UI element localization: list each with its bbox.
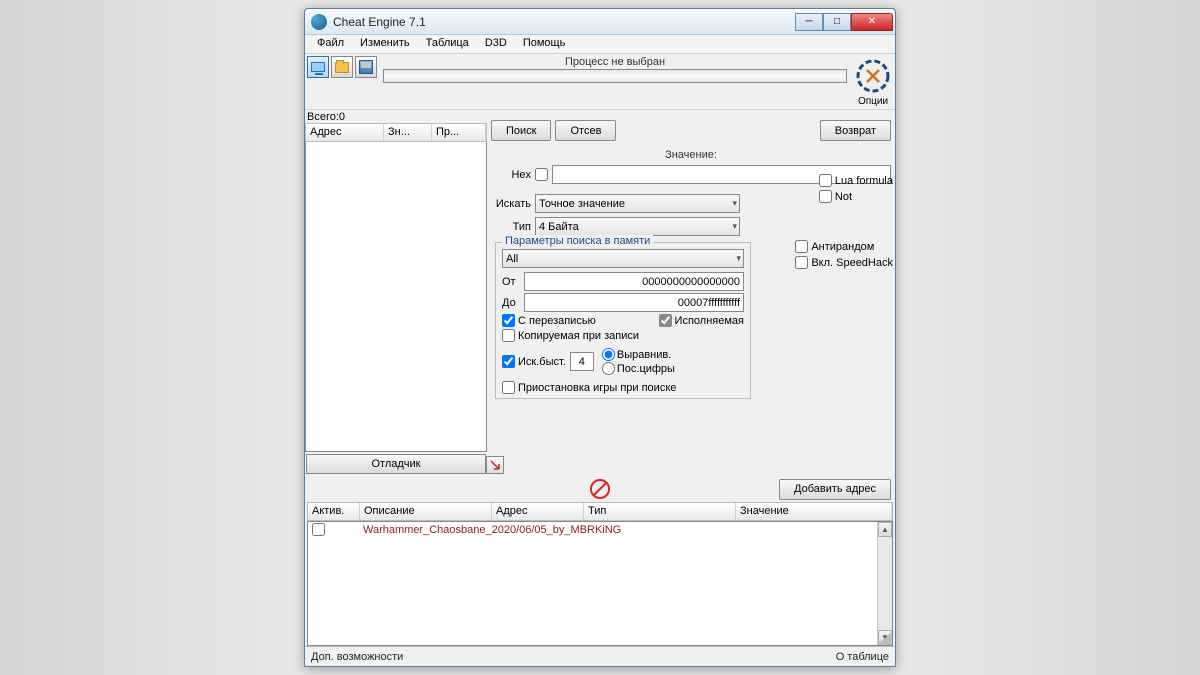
select-process-button[interactable] [307,56,329,78]
speedhack-checkbox[interactable]: Вкл. SpeedHack [795,256,893,269]
total-label: Всего:0 [305,110,487,123]
process-label: Процесс не выбран [383,56,847,68]
menu-d3d[interactable]: D3D [477,35,515,53]
col-type[interactable]: Тип [584,503,736,520]
memory-scan-options-group: Параметры поиска в памяти All От До С пе… [495,242,751,399]
menu-table[interactable]: Таблица [418,35,477,53]
writable-checkbox[interactable]: С перезаписью [502,314,596,327]
menu-help[interactable]: Помощь [515,35,574,53]
scrollbar[interactable]: ▲ ▼ [877,522,892,645]
open-button[interactable] [331,56,353,78]
window-title: Cheat Engine 7.1 [333,15,795,29]
minimize-button[interactable]: ─ [795,13,823,31]
maximize-button[interactable]: □ [823,13,851,31]
options-label[interactable]: Опции [858,96,888,107]
progress-bar [383,69,847,83]
menu-file[interactable]: Файл [309,35,352,53]
value-label: Значение: [665,149,717,161]
value-type-label: Тип [491,221,531,233]
address-table-header[interactable]: Актив. Описание Адрес Тип Значение [307,502,893,521]
resize-grip-icon[interactable] [878,631,892,645]
debugger-button[interactable]: Отладчик [306,454,486,474]
status-right[interactable]: О таблице [836,651,889,663]
copyonwrite-checkbox[interactable]: Копируемая при записи [502,329,744,342]
monitor-icon [311,62,325,72]
not-checkbox[interactable]: Not [819,190,893,203]
group-title: Параметры поиска в памяти [502,235,653,247]
memory-view-icon[interactable] [590,479,610,499]
close-button[interactable]: ✕ [851,13,893,31]
col-description[interactable]: Описание [360,503,492,520]
floppy-icon [359,60,373,74]
folder-icon [335,62,349,73]
hex-checkbox[interactable] [535,168,548,181]
lua-formula-checkbox[interactable]: Lua formula [819,174,893,187]
col-active[interactable]: Актив. [308,503,360,520]
found-list[interactable] [305,142,487,452]
undo-scan-button[interactable]: Возврат [820,120,891,141]
col-value2[interactable]: Значение [736,503,892,520]
lastdigits-radio[interactable]: Пос.цифры [602,362,675,375]
titlebar[interactable]: Cheat Engine 7.1 ─ □ ✕ [305,9,895,35]
col-prev[interactable]: Пр... [432,124,486,141]
from-input[interactable] [524,272,744,291]
table-row[interactable]: Warhammer_Chaosbane_2020/06/05_by_MBRKiN… [308,522,892,537]
value-type-combo[interactable]: 4 Байта [535,217,740,236]
to-label: До [502,297,520,309]
antirandom-checkbox[interactable]: Антирандом [795,240,893,253]
menu-edit[interactable]: Изменить [352,35,418,53]
status-bar: Доп. возможности О таблице [305,646,895,666]
status-left[interactable]: Доп. возможности [311,651,403,663]
scroll-up-icon[interactable]: ▲ [878,522,892,537]
fastscan-value-input[interactable] [570,352,594,371]
pause-game-checkbox[interactable]: Приостановка игры при поиске [502,381,744,394]
executable-checkbox[interactable]: Исполняемая [659,314,744,327]
from-label: От [502,276,520,288]
col-value[interactable]: Зн... [384,124,432,141]
app-icon [311,14,327,30]
row-active-checkbox[interactable] [312,523,325,536]
fastscan-checkbox[interactable]: Иск.быст. [502,355,566,368]
first-scan-button[interactable]: Поиск [491,120,551,141]
alignment-radio[interactable]: Выравнив. [602,348,675,361]
add-to-list-button[interactable] [486,456,504,474]
main-window: Cheat Engine 7.1 ─ □ ✕ Файл Изменить Таб… [304,8,896,667]
address-table[interactable]: Warhammer_Chaosbane_2020/06/05_by_MBRKiN… [307,521,893,646]
save-button[interactable] [355,56,377,78]
found-list-header[interactable]: Адрес Зн... Пр... [305,123,487,142]
scan-type-label: Искать [491,198,531,210]
menu-bar: Файл Изменить Таблица D3D Помощь [305,35,895,54]
to-input[interactable] [524,293,744,312]
hex-label: Hex [491,169,531,181]
col-address[interactable]: Адрес [306,124,384,141]
cheatengine-logo-icon[interactable] [853,56,893,96]
col-address2[interactable]: Адрес [492,503,584,520]
memory-region-combo[interactable]: All [502,249,744,268]
row-description[interactable]: Warhammer_Chaosbane_2020/06/05_by_MBRKiN… [363,524,621,536]
next-scan-button[interactable]: Отсев [555,120,616,141]
scan-type-combo[interactable]: Точное значение [535,194,740,213]
add-address-button[interactable]: Добавить адрес [779,479,891,500]
